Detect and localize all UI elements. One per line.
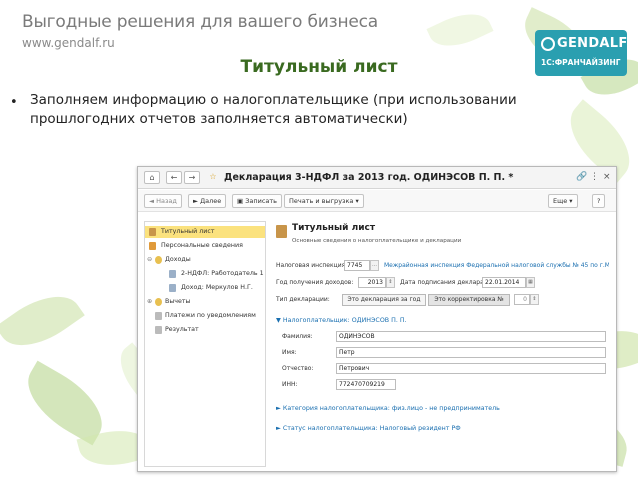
correction-number-field[interactable]: 0 (514, 294, 530, 305)
name-field[interactable]: Петр (336, 347, 606, 358)
save-button[interactable]: ▣ Записать (232, 194, 283, 208)
slide-title: Титульный лист (240, 57, 398, 77)
correction-toggle[interactable]: Это корректировка № (428, 294, 510, 306)
declaration-window: ⌂ ← → ☆ Декларация 3-НДФЛ за 2013 год. О… (137, 166, 617, 472)
expand-toggle-icon[interactable]: ⊖ (147, 254, 152, 266)
calendar-icon[interactable]: ▦ (526, 277, 535, 288)
logo-name: GENDALF (557, 36, 628, 51)
decorative-leaf (426, 3, 494, 57)
form-icon (169, 270, 176, 278)
sidebar-item-label: Платежи по уведомлениям (165, 312, 256, 319)
more-button[interactable]: Еще ▾ (548, 194, 578, 208)
name-label: Имя: (282, 349, 297, 356)
income-year-field[interactable]: 2013 (358, 277, 386, 288)
coins-icon (155, 256, 162, 264)
bullet-icon: • (10, 95, 18, 110)
content-title: Титульный лист (292, 223, 376, 233)
inspection-code-field[interactable]: 7745 (344, 260, 370, 271)
save-button-label: Записать (245, 197, 278, 205)
decorative-leaf (0, 280, 85, 362)
back-button[interactable]: ◄ Назад (144, 194, 182, 208)
expand-toggle-icon[interactable]: ⊕ (147, 296, 152, 308)
title-page-icon (276, 225, 287, 238)
logo-mark-icon (541, 37, 555, 51)
forward-arrow-icon[interactable]: → (184, 171, 200, 184)
help-button[interactable]: ? (592, 194, 606, 208)
taxpayer-group-header[interactable]: ▼ Налогоплательщик: ОДИНЭСОВ П. П. (276, 317, 407, 324)
inn-label: ИНН: (282, 381, 298, 388)
inspection-select-button[interactable]: … (370, 260, 379, 271)
form-icon (169, 284, 176, 292)
brand-url: www.gendalf.ru (22, 36, 115, 50)
patronymic-label: Отчество: (282, 365, 314, 372)
inn-field[interactable]: 772470709219 (336, 379, 396, 390)
sidebar-item-label: Вычеты (165, 298, 191, 305)
sidebar-item-label: 2-НДФЛ: Работодатель 1 (181, 270, 264, 277)
sidebar-item-label: Доход: Меркулов Н.Г. (181, 284, 253, 291)
favorite-star-icon[interactable]: ☆ (206, 171, 220, 184)
sidebar-item-title-page[interactable]: Титульный лист (145, 226, 265, 238)
window-toolbar: ◄ Назад ► Далее ▣ Записать Печать и выгр… (138, 190, 616, 212)
document-icon (155, 326, 162, 334)
correction-stepper[interactable]: ⇕ (530, 294, 539, 305)
person-icon (149, 242, 156, 250)
window-title: Декларация 3-НДФЛ за 2013 год. ОДИНЭСОВ … (224, 172, 514, 183)
income-year-label: Год получения доходов: (276, 279, 354, 286)
annual-declaration-toggle[interactable]: Это декларация за год (342, 294, 426, 306)
more-button-label: Еще (553, 197, 568, 205)
sign-date-field[interactable]: 22.01.2014 (482, 277, 526, 288)
title-page-content: Титульный лист Основные сведения о налог… (272, 221, 612, 467)
print-export-button[interactable]: Печать и выгрузка ▾ (284, 194, 364, 208)
taxpayer-status-link[interactable]: ► Статус налогоплательщика: Налоговый ре… (276, 425, 461, 432)
year-stepper[interactable]: ⇕ (386, 277, 395, 288)
home-icon[interactable]: ⌂ (144, 171, 160, 184)
patronymic-field[interactable]: Петрович (336, 363, 606, 374)
bullet-text: Заполняем информацию о налогоплательщике… (30, 92, 517, 127)
document-icon (155, 312, 162, 320)
sidebar-item-label: Доходы (165, 256, 191, 263)
brand-tagline: Выгодные решения для вашего бизнеса (22, 12, 378, 32)
back-button-label: Назад (156, 197, 177, 205)
taxpayer-category-link[interactable]: ► Категория налогоплательщика: физ.лицо … (276, 405, 500, 412)
document-icon (149, 228, 156, 236)
menu-icon[interactable]: ⋮ (590, 172, 599, 182)
sidebar-item-label: Титульный лист (161, 228, 215, 235)
link-icon[interactable]: 🔗 (576, 172, 587, 182)
window-titlebar: ⌂ ← → ☆ Декларация 3-НДФЛ за 2013 год. О… (138, 167, 616, 189)
sidebar-item-label: Персональные сведения (161, 242, 243, 249)
sidebar-item-label: Результат (165, 326, 199, 333)
inspection-name-link[interactable]: Межрайонная инспекция Федеральной налого… (384, 262, 609, 269)
next-button-label: Далее (200, 197, 222, 205)
next-button[interactable]: ► Далее (188, 194, 227, 208)
close-icon[interactable]: × (603, 172, 611, 182)
declaration-type-label: Тип декларации: (276, 296, 330, 303)
coins-icon (155, 298, 162, 306)
inspection-label: Налоговая инспекция: (276, 262, 348, 269)
back-arrow-icon[interactable]: ← (166, 171, 182, 184)
surname-field[interactable]: ОДИНЭСОВ (336, 331, 606, 342)
print-export-label: Печать и выгрузка (289, 197, 354, 205)
surname-label: Фамилия: (282, 333, 313, 340)
sections-sidebar: Титульный лист Персональные сведения ⊖ Д… (144, 221, 266, 467)
content-subtitle: Основные сведения о налогоплательщике и … (292, 238, 462, 244)
